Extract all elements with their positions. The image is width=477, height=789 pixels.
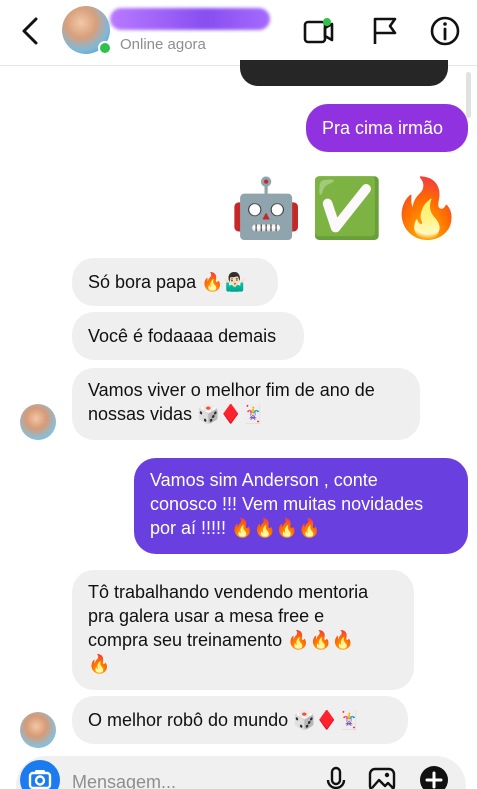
- message-text: conosco !!! Vem muitas novidades: [150, 494, 424, 514]
- previous-message-fragment: [240, 60, 448, 86]
- camera-icon: [28, 770, 52, 789]
- message-text: pra galera usar a mesa free e: [88, 606, 325, 626]
- incoming-message[interactable]: Só bora papa 🔥🤷🏻‍♂️: [72, 258, 278, 306]
- robot-emoji: 🤖: [230, 176, 303, 241]
- outgoing-message[interactable]: Vamos sim Anderson , conte conosco !!! V…: [134, 458, 468, 554]
- incoming-message[interactable]: O melhor robô do mundo 🎲♦️🃏: [72, 696, 408, 744]
- chat-header: Online agora: [0, 0, 477, 66]
- message-text: compra seu treinamento 🔥🔥🔥: [88, 630, 355, 650]
- outgoing-message[interactable]: Pra cima irmão: [306, 104, 468, 152]
- check-emoji: ✅: [310, 176, 383, 241]
- message-composer[interactable]: Mensagem...: [16, 756, 466, 789]
- message-text: nossas vidas 🎲♦️🃏: [88, 404, 265, 424]
- flag-icon[interactable]: [368, 14, 402, 48]
- incoming-message[interactable]: Tô trabalhando vendendo mentoria pra gal…: [72, 570, 414, 690]
- message-text: O melhor robô do mundo 🎲♦️🃏: [88, 710, 361, 730]
- sender-avatar[interactable]: [20, 712, 56, 748]
- contact-name-redacted[interactable]: [110, 8, 270, 30]
- message-thread[interactable]: Pra cima irmão 🤖 ✅ 🔥 Só bora papa 🔥🤷🏻‍♂️…: [0, 60, 477, 756]
- message-text: 🔥: [88, 654, 111, 674]
- back-arrow-icon[interactable]: [16, 14, 46, 48]
- message-text: Só bora papa 🔥🤷🏻‍♂️: [88, 272, 246, 292]
- sender-avatar[interactable]: [20, 404, 56, 440]
- message-text: Você é fodaaaa demais: [88, 326, 277, 346]
- emoji-message[interactable]: 🤖 ✅ 🔥: [230, 176, 463, 242]
- info-icon[interactable]: [428, 14, 462, 48]
- fire-emoji: 🔥: [390, 176, 463, 241]
- message-text: Tô trabalhando vendendo mentoria: [88, 582, 369, 602]
- message-text: Pra cima irmão: [322, 118, 444, 138]
- message-input[interactable]: Mensagem...: [72, 772, 176, 789]
- camera-button[interactable]: [20, 760, 60, 789]
- message-text: por aí !!!!! 🔥🔥🔥🔥: [150, 518, 321, 538]
- online-status: Online agora: [120, 36, 206, 53]
- incoming-message[interactable]: Você é fodaaaa demais: [72, 312, 304, 360]
- online-indicator: [98, 41, 112, 55]
- gallery-icon[interactable]: [366, 764, 398, 789]
- scrollbar[interactable]: [466, 72, 471, 118]
- incoming-message[interactable]: Vamos viver o melhor fim de ano de nossa…: [72, 368, 420, 440]
- message-text: Vamos sim Anderson , conte: [150, 470, 378, 490]
- contact-avatar[interactable]: [62, 6, 112, 55]
- microphone-icon[interactable]: [320, 764, 352, 789]
- add-icon[interactable]: [418, 764, 450, 789]
- message-text: Vamos viver o melhor fim de ano de: [88, 380, 375, 400]
- video-call-icon[interactable]: [302, 14, 336, 48]
